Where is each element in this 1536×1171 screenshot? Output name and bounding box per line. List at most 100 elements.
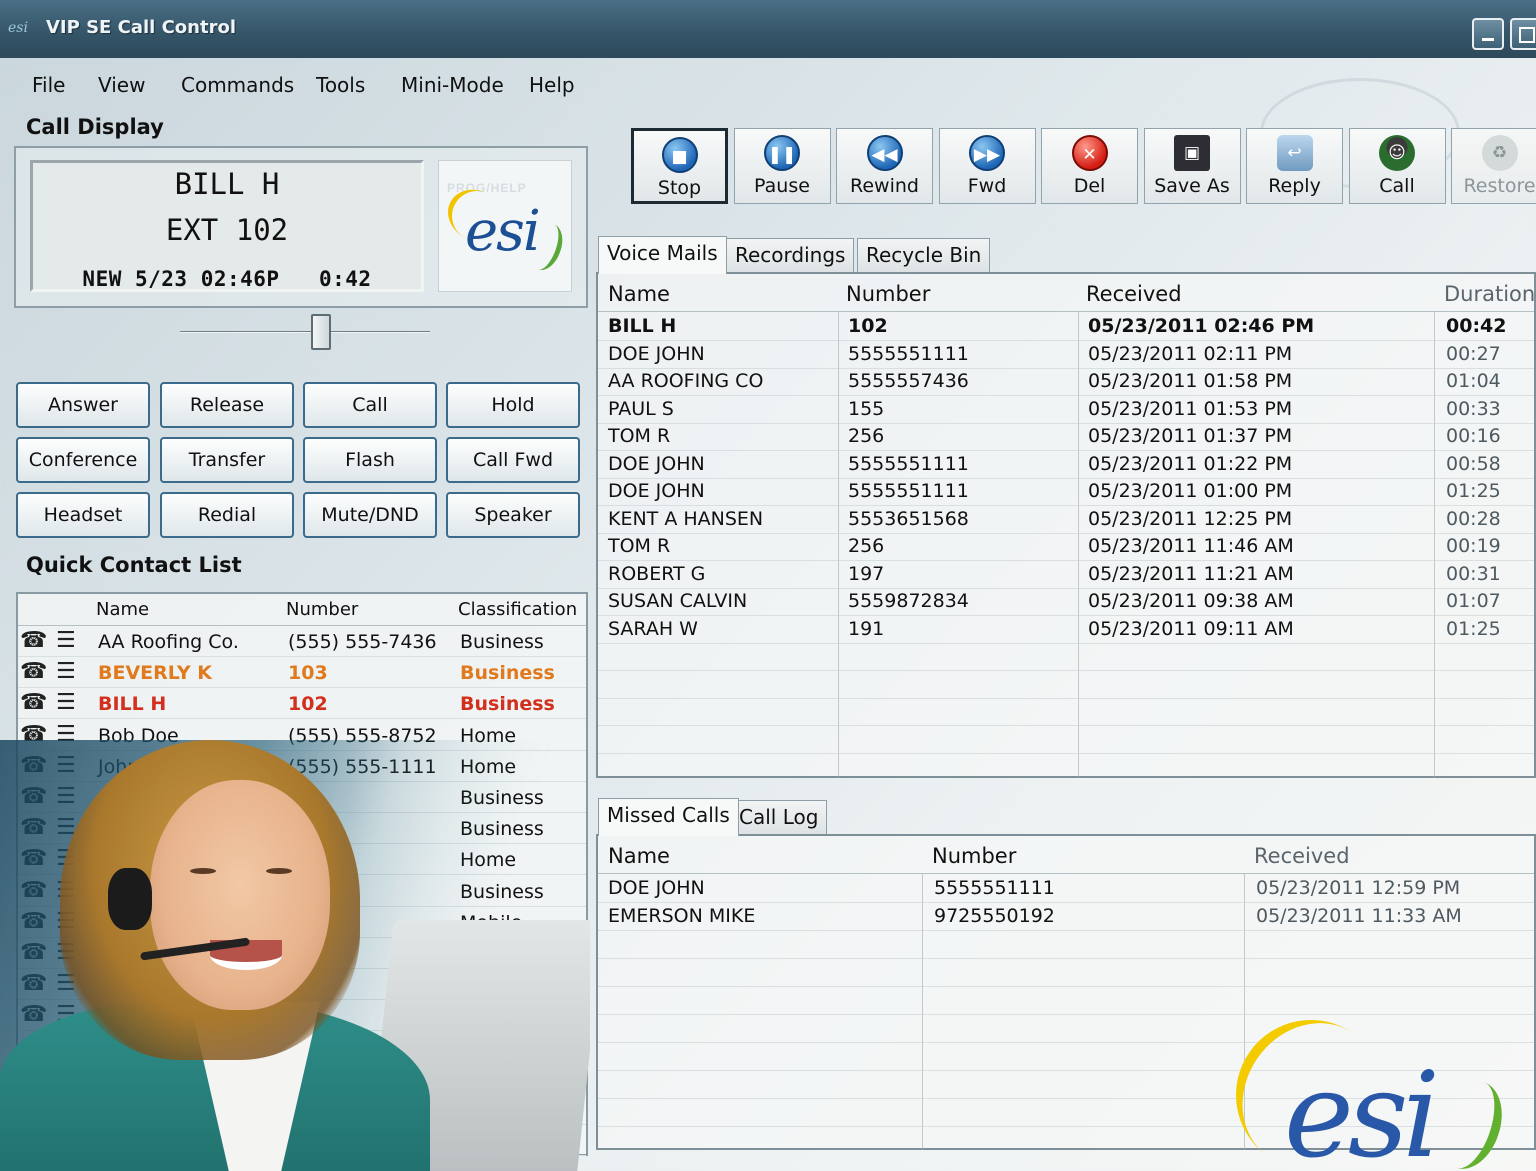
column-header-name[interactable]: Name	[608, 282, 670, 306]
contact-row[interactable]: ☎ ☰ Business	[18, 1000, 586, 1032]
contact-row[interactable]: ☎ ☰ Mobile	[18, 907, 586, 938]
stop-button[interactable]: ■ Stop	[631, 128, 728, 204]
voicemail-row[interactable]: TOM R 256 05/23/2011 01:37 PM 00:16	[598, 422, 1534, 450]
column-header-number[interactable]: Number	[846, 282, 930, 306]
tab-call-log[interactable]: Call Log	[730, 800, 828, 834]
contact-row[interactable]: ☎ ☰ John Doe (555) 555-1111 Home	[18, 751, 586, 782]
tab-missed-calls[interactable]: Missed Calls	[598, 798, 739, 836]
tab-voice-mails[interactable]: Voice Mails	[598, 236, 727, 274]
del-button[interactable]: ✕ Del	[1041, 128, 1138, 204]
phone-icon[interactable]: ☎	[20, 722, 47, 747]
details-icon[interactable]: ☰	[56, 691, 76, 715]
column-header-classification[interactable]: Classification	[458, 599, 577, 620]
column-header-name[interactable]: Name	[96, 599, 149, 620]
column-header-received[interactable]: Received	[1086, 282, 1182, 306]
voicemail-row[interactable]: SUSAN CALVIN 5559872834 05/23/2011 09:38 A…	[598, 587, 1534, 615]
voicemail-row[interactable]: TOM R 256 05/23/2011 11:46 AM 00:19	[598, 532, 1534, 560]
phone-icon[interactable]: ☎	[20, 941, 47, 965]
contact-row[interactable]: ☎ ☰ Business	[18, 1032, 586, 1063]
details-icon[interactable]: ☰	[56, 785, 76, 809]
call-button[interactable]: ☺ Call	[1348, 128, 1446, 204]
reply-button[interactable]: ↩ Reply	[1246, 128, 1343, 204]
contact-row[interactable]: ☎ ☰ Business	[18, 1125, 586, 1157]
details-icon[interactable]: ☰	[56, 909, 76, 934]
transfer-button[interactable]: Transfer	[160, 437, 294, 483]
redial-button[interactable]: Redial	[160, 492, 294, 538]
phone-icon[interactable]: ☎	[20, 1097, 47, 1121]
column-header-duration[interactable]: Duration	[1444, 282, 1535, 306]
details-icon[interactable]: ☰	[56, 878, 76, 903]
contact-row[interactable]: ☎ ☰ Business	[18, 1063, 586, 1094]
menu-view[interactable]: View	[98, 73, 145, 97]
details-icon[interactable]: ☰	[56, 972, 76, 996]
volume-slider-track[interactable]	[180, 331, 430, 333]
restore-button[interactable]: ♻ Restore	[1451, 128, 1536, 204]
contact-row[interactable]: ☎ ☰ Business	[18, 876, 586, 907]
details-icon[interactable]: ☰	[56, 1034, 76, 1059]
save-as-button[interactable]: ▣ Save As	[1143, 128, 1241, 204]
menu-tools[interactable]: Tools	[316, 73, 365, 97]
voicemail-row[interactable]: PAUL S 155 05/23/2011 01:53 PM 00:33	[598, 395, 1534, 423]
release-button[interactable]: Release	[160, 382, 294, 428]
phone-icon[interactable]: ☎	[20, 753, 47, 778]
column-header-number[interactable]: Number	[932, 844, 1016, 868]
menu-file[interactable]: File	[32, 73, 65, 97]
voicemail-row[interactable]: DOE JOHN 5555551111 05/23/2011 01:22 PM 00:…	[598, 450, 1534, 478]
details-icon[interactable]: ☰	[56, 816, 76, 840]
phone-icon[interactable]: ☎	[20, 1034, 47, 1059]
hold-button[interactable]: Hold	[446, 382, 580, 428]
missed-call-row[interactable]: EMERSON MIKE 9725550192 05/23/2011 11:33 A…	[598, 902, 1534, 930]
phone-icon[interactable]: ☎	[20, 785, 47, 809]
details-icon[interactable]: ☰	[56, 660, 76, 684]
voicemail-row[interactable]: ROBERT G 197 05/23/2011 11:21 AM 00:31	[598, 560, 1534, 588]
contact-row[interactable]: ☎ ☰ Business	[18, 813, 586, 845]
volume-slider-thumb[interactable]	[311, 314, 331, 350]
contact-row[interactable]: ☎ ☰ BEVERLY K 103 Business	[18, 657, 586, 689]
conference-button[interactable]: Conference	[16, 437, 150, 483]
details-icon[interactable]: ☰	[56, 847, 76, 871]
answer-button[interactable]: Answer	[16, 382, 150, 428]
menu-commands[interactable]: Commands	[181, 73, 294, 97]
voicemail-row[interactable]: DOE JOHN 5555551111 05/23/2011 02:11 PM 00:…	[598, 340, 1534, 368]
phone-icon[interactable]: ☎	[20, 660, 47, 684]
contact-row[interactable]: ☎ ☰ Business	[18, 782, 586, 813]
rewind-button[interactable]: ◀◀ Rewind	[836, 128, 933, 204]
contact-row[interactable]: ☎ ☰ AA Roofing Co. (555) 555-7436 Business	[18, 626, 586, 657]
column-header-number[interactable]: Number	[286, 599, 358, 620]
fwd-button[interactable]: ▶▶ Fwd	[938, 128, 1036, 204]
tab-recycle-bin[interactable]: Recycle Bin	[857, 238, 991, 272]
details-icon[interactable]: ☰	[56, 1097, 76, 1121]
tab-recordings[interactable]: Recordings	[726, 238, 855, 272]
voicemail-row[interactable]: AA ROOFING CO 5555557436 05/23/2011 01:58 …	[598, 367, 1534, 395]
voicemail-row[interactable]: BILL H 102 05/23/2011 02:46 PM 00:42	[598, 312, 1534, 340]
phone-icon[interactable]: ☎	[20, 909, 47, 934]
phone-icon[interactable]: ☎	[20, 878, 47, 903]
phone-icon[interactable]: ☎	[20, 691, 47, 715]
flash-button[interactable]: Flash	[303, 437, 437, 483]
phone-icon[interactable]: ☎	[20, 972, 47, 996]
phone-icon[interactable]: ☎	[20, 816, 47, 840]
details-icon[interactable]: ☰	[56, 1003, 76, 1027]
details-icon[interactable]: ☰	[56, 753, 76, 778]
call-button[interactable]: Call	[303, 382, 437, 428]
details-icon[interactable]: ☰	[56, 1065, 76, 1090]
maximize-button[interactable]	[1510, 18, 1536, 50]
details-icon[interactable]: ☰	[56, 629, 76, 653]
details-icon[interactable]: ☰	[56, 1128, 76, 1152]
column-header-received[interactable]: Received	[1254, 844, 1350, 868]
call-fwd-button[interactable]: Call Fwd	[446, 437, 580, 483]
headset-button[interactable]: Headset	[16, 492, 150, 538]
contact-row[interactable]: ☎ ☰ Home	[18, 844, 586, 876]
minimize-button[interactable]	[1472, 18, 1504, 50]
details-icon[interactable]: ☰	[56, 941, 76, 965]
mute-dnd-button[interactable]: Mute/DND	[303, 492, 437, 538]
missed-call-row[interactable]: DOE JOHN 5555551111 05/23/2011 12:59 PM	[598, 874, 1534, 902]
speaker-button[interactable]: Speaker	[446, 492, 580, 538]
contact-row[interactable]: ☎ ☰ Bob Doe (555) 555-8752 Home	[18, 720, 586, 751]
contact-row[interactable]: ☎ ☰ Business	[18, 969, 586, 1001]
voicemail-row[interactable]: DOE JOHN 5555551111 05/23/2011 01:00 PM 01:…	[598, 477, 1534, 505]
column-header-name[interactable]: Name	[608, 844, 670, 868]
phone-icon[interactable]: ☎	[20, 629, 47, 653]
contact-row[interactable]: ☎ ☰ BILL H 102 Business	[18, 688, 586, 720]
details-icon[interactable]: ☰	[56, 722, 76, 747]
